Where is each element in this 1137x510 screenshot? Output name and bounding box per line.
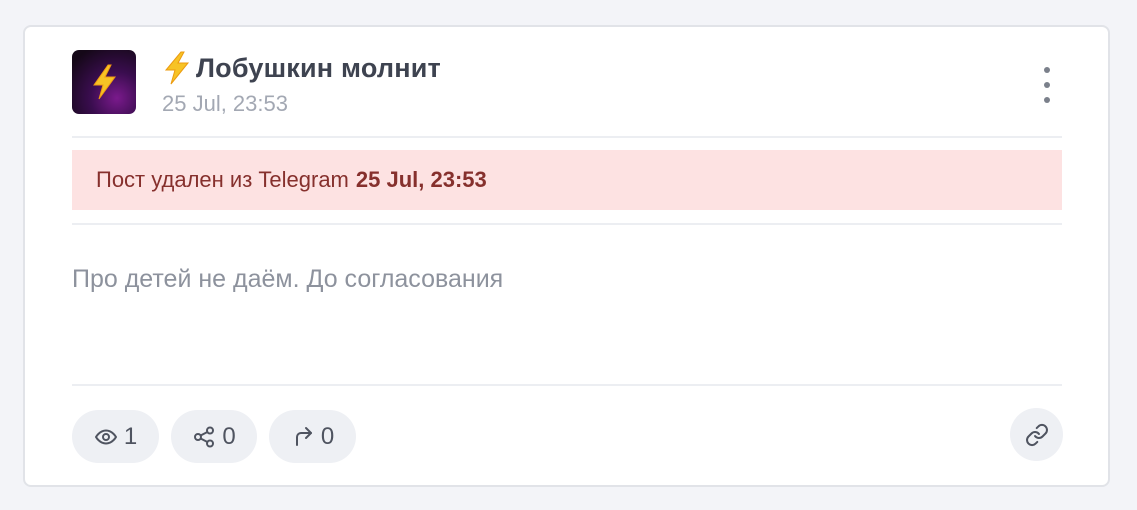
menu-dot (1044, 67, 1050, 73)
forwards-count: 0 (320, 422, 335, 450)
post-body: Про детей не даём. До согласования (72, 265, 504, 293)
high-voltage-icon (162, 51, 192, 85)
views-stat[interactable]: 1 (72, 410, 159, 463)
eye-icon (94, 429, 117, 444)
header-divider (72, 136, 1062, 138)
author-header: Лобушкин молнит (162, 51, 441, 85)
channel-avatar[interactable] (72, 50, 136, 114)
deleted-notice-text: Пост удален из Telegram (96, 167, 349, 192)
shares-count: 0 (222, 422, 236, 450)
forwards-stat[interactable]: 0 (269, 410, 356, 463)
shares-stat[interactable]: 0 (171, 410, 257, 463)
deleted-notice: Пост удален из Telegram 25 Jul, 23:53 (72, 150, 1062, 210)
forward-icon (295, 426, 312, 446)
share-icon (194, 426, 215, 447)
menu-dot (1044, 97, 1050, 103)
lightning-bolt-icon (93, 64, 116, 100)
views-count: 1 (123, 422, 138, 450)
kebab-menu-icon[interactable] (1037, 67, 1057, 103)
channel-name[interactable]: Лобушкин молнит (196, 53, 441, 84)
post-card: Лобушкин молнит 25 Jul, 23:53 Пост удале… (23, 25, 1110, 487)
copy-link-button[interactable] (1010, 408, 1063, 461)
menu-dot (1044, 82, 1050, 88)
link-icon (1025, 423, 1048, 446)
post-date: 25 Jul, 23:53 (162, 91, 288, 116)
notice-divider (72, 223, 1062, 225)
deleted-notice-timestamp: 25 Jul, 23:53 (355, 167, 487, 192)
footer-divider (72, 384, 1062, 386)
